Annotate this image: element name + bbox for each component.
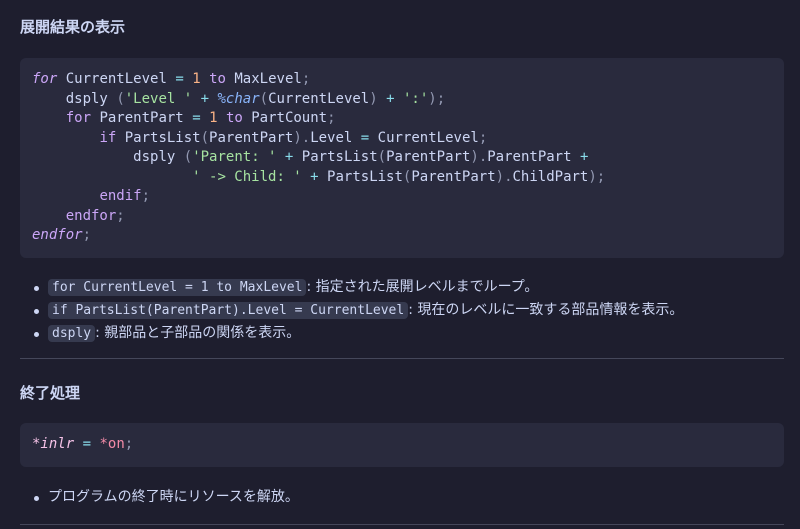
section-heading-display: 展開結果の表示 <box>20 18 126 36</box>
document-page: 展開結果の表示 for CurrentLevel = 1 to MaxLevel… <box>0 0 800 529</box>
list-item-text: : 現在のレベルに一致する部品情報を表示。 <box>408 302 684 318</box>
code-line-6: ' -> Child: ' + PartsList(ParentPart).Ch… <box>192 168 606 185</box>
list-item-text: : 親部品と子部品の関係を表示。 <box>95 325 301 341</box>
bullet-list-final: プログラムの終了時にリソースを解放。 <box>32 486 299 508</box>
inline-code: if PartsList(ParentPart).Level = Current… <box>48 302 409 319</box>
code-line-5: dsply ('Parent: ' + PartsList(ParentPart… <box>133 149 589 165</box>
inline-code: dsply <box>48 325 96 342</box>
code-line-1: for CurrentLevel = 1 to MaxLevel; <box>32 71 311 87</box>
section-divider <box>20 358 784 359</box>
code-line-4: if PartsList(ParentPart).Level = Current… <box>99 129 488 146</box>
code-line-8: endfor; <box>65 207 125 224</box>
list-item: for CurrentLevel = 1 to MaxLevel: 指定された展… <box>32 276 683 299</box>
list-item-text: : 指定された展開レベルまでループ。 <box>306 279 539 295</box>
bullet-list-display: for CurrentLevel = 1 to MaxLevel: 指定された展… <box>32 276 683 345</box>
code-line-final: *inlr = *on; <box>32 436 134 452</box>
section-heading-final: 終了処理 <box>20 384 81 402</box>
list-item: dsply: 親部品と子部品の関係を表示。 <box>32 322 683 345</box>
code-line-2: dsply ('Level ' + %char(CurrentLevel) + … <box>65 90 446 107</box>
inline-code: for CurrentLevel = 1 to MaxLevel <box>48 279 307 296</box>
code-line-7: endif; <box>99 188 151 204</box>
code-line-9: endfor; <box>32 227 92 243</box>
section-divider <box>20 524 784 525</box>
code-line-3: for ParentPart = 1 to PartCount; <box>65 110 336 126</box>
code-block-display: for CurrentLevel = 1 to MaxLevel; dsply … <box>20 58 784 258</box>
list-item-text: プログラムの終了時にリソースを解放。 <box>48 489 299 505</box>
list-item: if PartsList(ParentPart).Level = Current… <box>32 299 683 322</box>
list-item: プログラムの終了時にリソースを解放。 <box>32 486 299 508</box>
code-block-final: *inlr = *on; <box>20 423 784 467</box>
